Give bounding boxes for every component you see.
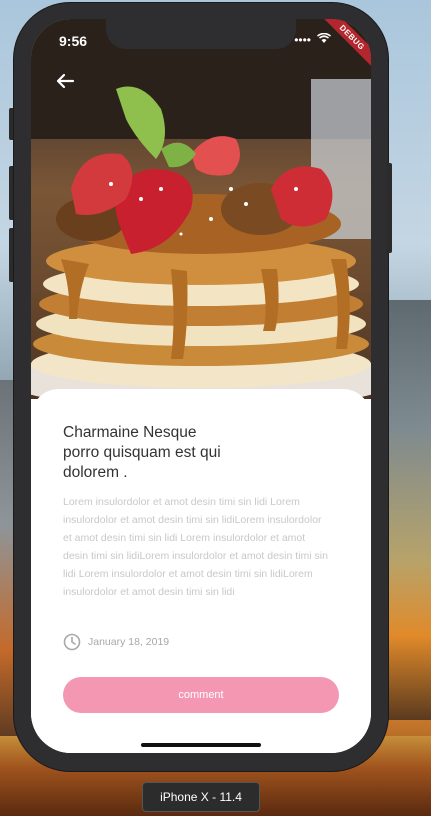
status-icons: •••• [294, 32, 331, 47]
article-body: Lorem insulordolor et amot desin timi si… [63, 496, 328, 598]
app-screen: 9:56 •••• DEBUG Charmaine Nesque porro q… [31, 19, 371, 753]
article-date: January 18, 2019 [88, 636, 170, 648]
arrow-left-icon [56, 73, 75, 89]
date-row: January 18, 2019 [63, 633, 169, 651]
device-notch [106, 19, 296, 49]
power-button [386, 163, 392, 253]
signal-icon: •••• [294, 33, 311, 47]
home-indicator[interactable] [141, 743, 261, 747]
comment-button[interactable]: comment [63, 677, 339, 713]
hero-image [31, 19, 371, 399]
simulator-device-label: iPhone X - 11.4 [142, 782, 260, 812]
wifi-icon [317, 32, 331, 47]
status-time: 9:56 [59, 33, 88, 49]
phone-frame: 9:56 •••• DEBUG Charmaine Nesque porro q… [14, 3, 392, 771]
clock-icon [63, 633, 81, 651]
article-card: Charmaine Nesque porro quisquam est qui … [31, 389, 371, 753]
back-button[interactable] [53, 69, 77, 93]
article-title: Charmaine Nesque porro quisquam est qui … [63, 424, 221, 481]
